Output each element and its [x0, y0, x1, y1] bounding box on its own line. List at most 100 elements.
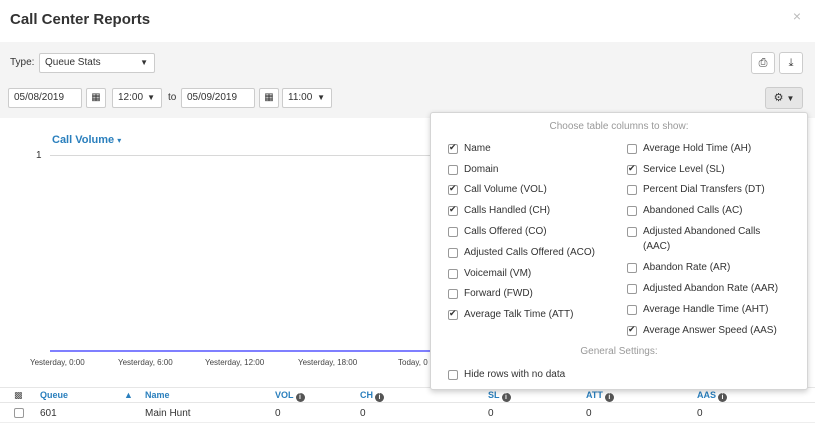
to-label: to	[168, 92, 177, 103]
option-label: Average Answer Speed (AAS)	[643, 325, 777, 336]
sort-asc-icon: ▲	[124, 390, 133, 400]
checkbox[interactable]	[448, 269, 458, 279]
checkbox[interactable]	[627, 305, 637, 315]
checkbox[interactable]	[627, 227, 637, 237]
chevron-down-icon: ▼	[147, 93, 155, 102]
column-chooser-header: Choose table columns to show:	[549, 121, 689, 132]
general-settings-header: General Settings:	[580, 346, 658, 357]
option-label: Calls Offered (CO)	[464, 226, 547, 237]
cell-sl: 0	[488, 408, 494, 419]
y-tick-label: 1	[36, 150, 42, 161]
x-tick-label: Yesterday, 12:00	[205, 358, 265, 367]
cell-att: 0	[586, 408, 592, 419]
chart-title: Call Volume	[52, 134, 115, 146]
table-row[interactable]: 601 Main Hunt 0 0 0 0 0	[0, 403, 815, 423]
info-icon[interactable]: i	[375, 393, 384, 402]
option-label: Calls Handled (CH)	[464, 205, 551, 216]
type-select[interactable]: Queue Stats ▼	[39, 53, 155, 73]
checkbox[interactable]	[448, 308, 458, 320]
start-time-value: 12:00	[118, 92, 144, 103]
checkbox[interactable]	[627, 206, 637, 216]
x-tick-label: Yesterday, 18:00	[298, 358, 358, 367]
checkbox[interactable]	[627, 163, 637, 175]
column-header-sl[interactable]: SL i	[488, 390, 511, 402]
chevron-down-icon: ▼	[317, 93, 325, 102]
end-time-value: 11:00	[288, 92, 313, 103]
info-icon[interactable]: i	[604, 393, 614, 402]
sl-label: SL	[488, 390, 500, 400]
x-tick-label: Yesterday, 0:00	[30, 358, 85, 367]
checkbox[interactable]	[627, 263, 637, 273]
option-label: Percent Dial Transfers (DT)	[643, 184, 765, 195]
checkbox[interactable]	[448, 183, 458, 195]
start-time-select[interactable]: 12:00 ▼	[112, 88, 162, 108]
print-button[interactable]: ⎙	[751, 52, 775, 74]
cell-name: Main Hunt	[145, 408, 191, 419]
x-tick-label: Yesterday, 6:00	[118, 358, 173, 367]
column-header-queue[interactable]: Queue	[40, 390, 68, 400]
page-title: Call Center Reports	[10, 11, 151, 28]
option-label: Hide rows with no data	[464, 369, 566, 380]
cell-vol: 0	[275, 408, 281, 419]
gridline	[50, 155, 430, 156]
checkbox[interactable]	[627, 144, 637, 154]
info-icon[interactable]: i	[501, 393, 511, 402]
checkbox[interactable]	[627, 284, 637, 294]
checkbox[interactable]	[448, 227, 458, 237]
checkbox[interactable]	[448, 370, 458, 380]
option-label: Average Hold Time (AH)	[643, 143, 752, 154]
column-header-name[interactable]: Name	[145, 390, 170, 400]
column-header-ch[interactable]: CH i	[360, 390, 384, 402]
checkbox[interactable]	[448, 204, 458, 216]
option-label: Average Talk Time (ATT)	[464, 309, 574, 320]
option-label: Forward (FWD)	[464, 288, 533, 299]
checkbox[interactable]	[448, 289, 458, 299]
info-icon[interactable]: i	[295, 393, 305, 402]
checkbox[interactable]	[627, 324, 637, 336]
checkbox[interactable]	[448, 142, 458, 154]
gear-icon: ⚙	[773, 92, 784, 104]
option-label-cont: (AAC)	[643, 241, 671, 252]
chevron-down-icon: ▾	[117, 136, 122, 145]
checkbox[interactable]	[448, 165, 458, 175]
vol-label: VOL	[275, 390, 294, 400]
column-settings-button[interactable]: ⚙ ▼	[765, 87, 803, 109]
cell-ch: 0	[360, 408, 366, 419]
chart-metric-dropdown[interactable]: Call Volume ▾	[52, 134, 121, 146]
type-label: Type:	[10, 57, 35, 68]
option-label: Adjusted Abandon Rate (AAR)	[643, 283, 779, 294]
end-time-select[interactable]: 11:00 ▼	[282, 88, 332, 108]
ch-label: CH	[360, 390, 373, 400]
row-checkbox[interactable]	[14, 408, 24, 418]
option-label: Average Handle Time (AHT)	[643, 304, 769, 315]
aas-label: AAS	[697, 390, 717, 400]
att-label: ATT	[586, 390, 603, 400]
print-icon: ⎙	[758, 57, 768, 69]
calendar-icon: ▦	[91, 92, 101, 103]
checkbox[interactable]	[627, 185, 637, 195]
chevron-down-icon: ▼	[140, 58, 148, 67]
close-icon[interactable]: ×	[793, 8, 801, 24]
end-calendar-button[interactable]: ▦	[259, 88, 279, 108]
end-date-input[interactable]: 05/09/2019	[181, 88, 255, 108]
cell-queue: 601	[40, 408, 57, 419]
column-header-aas[interactable]: AAS i	[697, 390, 728, 402]
calendar-icon: ▦	[264, 92, 274, 103]
download-button[interactable]: ⤓	[779, 52, 803, 74]
column-chooser-menu: Choose table columns to show: Name Domai…	[430, 112, 808, 390]
x-tick-label: Today, 0	[398, 358, 428, 367]
column-header-vol[interactable]: VOL i	[275, 390, 305, 402]
option-label: Abandoned Calls (AC)	[643, 205, 743, 216]
start-date-input[interactable]: 05/08/2019	[8, 88, 82, 108]
option-label: Adjusted Calls Offered (ACO)	[464, 247, 595, 258]
option-label: Abandon Rate (AR)	[643, 262, 731, 273]
info-icon[interactable]: i	[718, 393, 728, 402]
option-label: Adjusted Abandoned Calls	[643, 226, 761, 237]
chevron-down-icon: ▼	[786, 94, 795, 103]
download-icon: ⤓	[788, 57, 794, 69]
type-select-value: Queue Stats	[45, 57, 101, 68]
column-header-att[interactable]: ATT i	[586, 390, 614, 402]
chart-toggle-icon[interactable]: ▩	[14, 390, 23, 401]
checkbox[interactable]	[448, 248, 458, 258]
start-calendar-button[interactable]: ▦	[86, 88, 106, 108]
